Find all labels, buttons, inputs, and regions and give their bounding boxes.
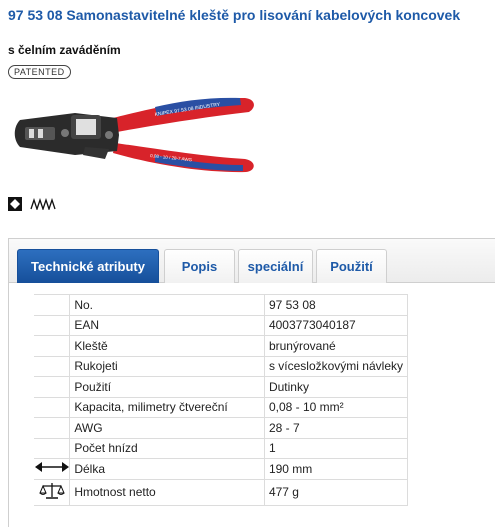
tab-usage[interactable]: Použití: [316, 249, 387, 283]
attribute-value: 28 - 7: [263, 417, 409, 439]
serrated-jaw-icon: [30, 198, 56, 210]
product-title: 97 53 08 Samonastavitelné kleště pro lis…: [8, 7, 461, 23]
table-row: Rukojeti s vícesložkovými návleky: [34, 355, 409, 377]
table-row: Kapacita, milimetry čtvereční 0,08 - 10 …: [34, 396, 409, 418]
attributes-panel: Technické atributy Popis speciální Použi…: [8, 238, 495, 527]
table-row: EAN 4003773040187: [34, 314, 409, 336]
attribute-name: Rukojeti: [69, 355, 265, 377]
tab-description[interactable]: Popis: [164, 249, 235, 283]
feature-icons: [8, 197, 58, 211]
attribute-name: Použití: [69, 376, 265, 398]
attributes-table: No. 97 53 08 EAN 4003773040187 Kleště br…: [34, 294, 409, 506]
attribute-value: 477 g: [263, 478, 409, 506]
table-row: No. 97 53 08: [34, 294, 409, 316]
attribute-value: 97 53 08: [263, 294, 409, 316]
table-row: Počet hnízd 1: [34, 437, 409, 459]
attribute-name: AWG: [69, 417, 265, 439]
attribute-name: EAN: [69, 314, 265, 336]
attribute-value: Dutinky: [263, 376, 409, 398]
attribute-value: s vícesložkovými návleky: [263, 355, 409, 377]
attribute-name: Kapacita, milimetry čtvereční: [69, 396, 265, 418]
product-image: KNIPEX 97 53 08 INDUSTRY 0,08 - 10 / 28-…: [14, 97, 254, 173]
product-subtitle: s čelním zaváděním: [8, 43, 121, 57]
tab-special[interactable]: speciální: [238, 249, 313, 283]
patented-badge: PATENTED: [8, 65, 71, 79]
attribute-value: 190 mm: [263, 458, 409, 480]
attribute-name: Kleště: [69, 335, 265, 357]
tab-bar: Technické atributy Popis speciální Použi…: [9, 239, 495, 283]
table-row: AWG 28 - 7: [34, 417, 409, 439]
attribute-value: brunýrované: [263, 335, 409, 357]
attribute-value: 4003773040187: [263, 314, 409, 336]
table-row: Kleště brunýrované: [34, 335, 409, 357]
attribute-name: Počet hnízd: [69, 437, 265, 459]
tab-technical-attributes[interactable]: Technické atributy: [17, 249, 159, 283]
length-arrow-icon: [34, 462, 69, 473]
attribute-name: No.: [69, 294, 265, 316]
table-row: Hmotnost netto 477 g: [34, 478, 409, 506]
attribute-name: Délka: [69, 458, 265, 480]
attribute-value: 0,08 - 10 mm²: [263, 396, 409, 418]
scale-icon: [38, 482, 65, 499]
attribute-value: 1: [263, 437, 409, 459]
black-square-diamond-icon: [8, 197, 22, 211]
table-row: Délka 190 mm: [34, 458, 409, 480]
attribute-name: Hmotnost netto: [69, 478, 265, 506]
table-row: Použití Dutinky: [34, 376, 409, 398]
